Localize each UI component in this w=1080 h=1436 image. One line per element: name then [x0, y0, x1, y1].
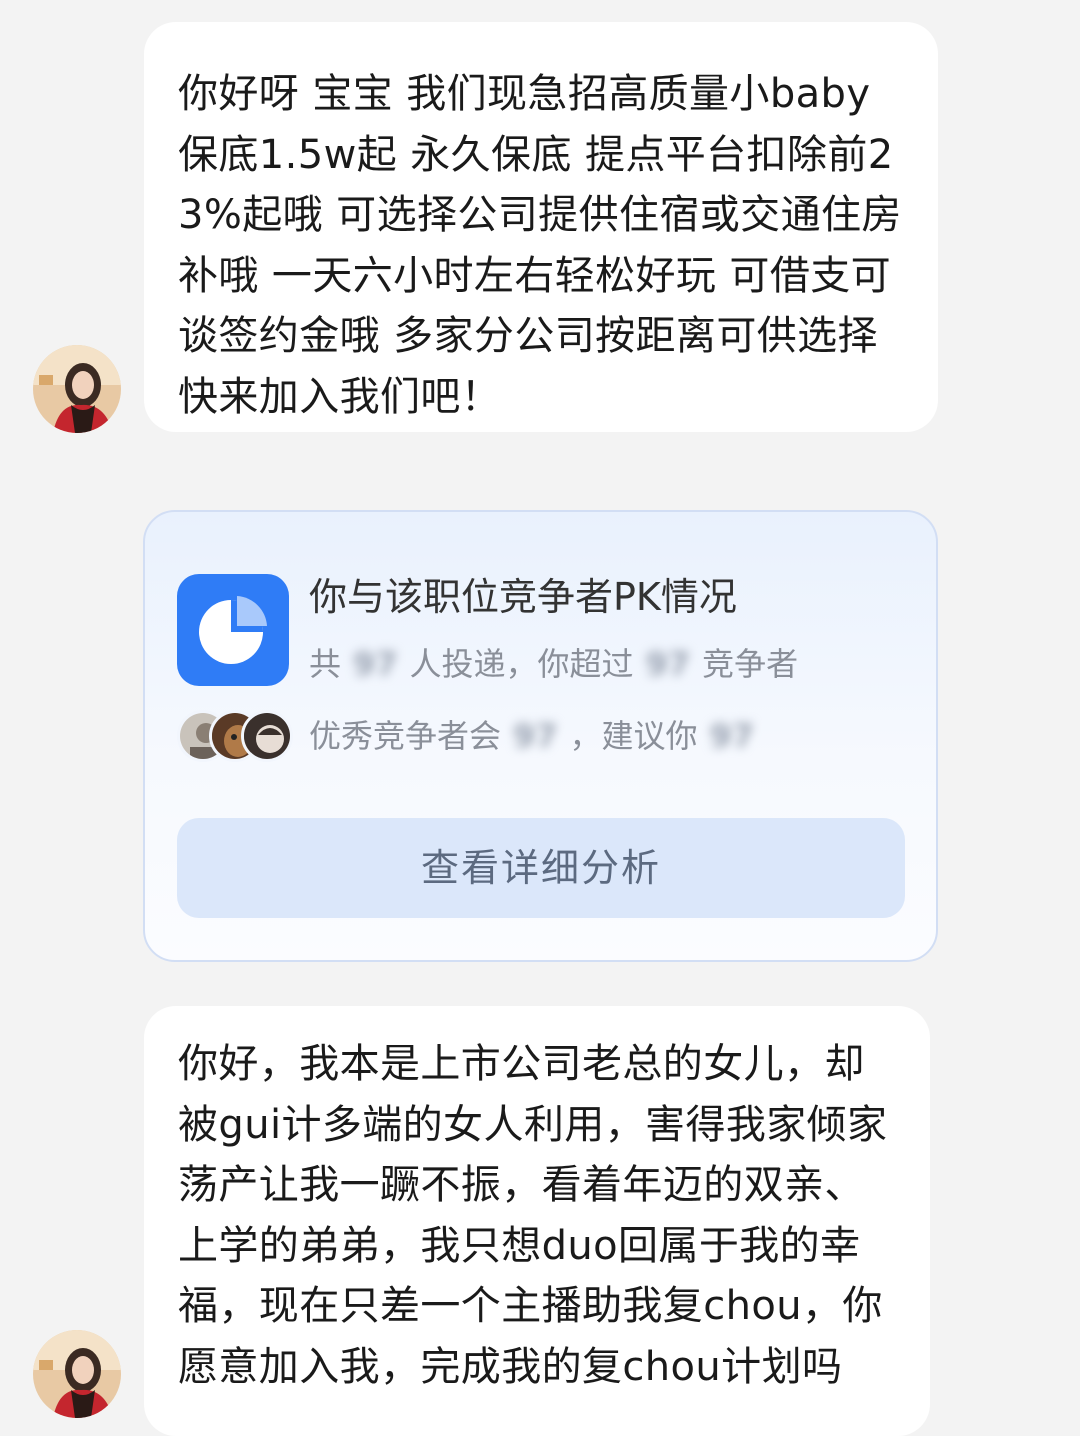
message-text: 你好呀 宝宝 我们现急招高质量小baby保底1.5w起 永久保底 提点平台扣除前… — [178, 71, 902, 420]
pk-card-title: 你与该职位竞争者PK情况 — [309, 575, 737, 619]
message-text: 你好，我本是上市公司老总的女儿，却被gui计多端的女人利用，害得我家倾家荡产让我… — [178, 1041, 888, 1390]
advice-prefix: 优秀竞争者会 — [309, 717, 502, 755]
competitor-pk-card[interactable]: 你与该职位竞争者PK情况 共 97 人投递，你超过 97 竞争者 优秀竞争者会 … — [143, 510, 938, 962]
message-bubble[interactable]: 你好呀 宝宝 我们现急招高质量小baby保底1.5w起 永久保底 提点平台扣除前… — [144, 22, 938, 432]
advice-middle: ，建议你 — [569, 717, 698, 755]
sender-avatar[interactable] — [33, 1330, 121, 1418]
stats-middle: 人投递，你超过 — [409, 645, 634, 683]
stats-suffix: 竞争者 — [702, 645, 799, 683]
advice-value-blurred: 97 — [513, 717, 558, 755]
pk-advice-text: 优秀竞争者会 97 ，建议你 97 — [309, 714, 766, 758]
applicant-count-blurred: 97 — [353, 645, 398, 683]
stats-prefix: 共 — [309, 645, 342, 683]
competitor-avatars — [177, 708, 293, 764]
surpass-percent-blurred: 97 — [645, 645, 691, 683]
pie-chart-icon — [177, 574, 289, 686]
competitor-avatar — [241, 710, 293, 762]
pk-applicant-stats: 共 97 人投递，你超过 97 竞争者 — [309, 642, 798, 686]
view-detailed-analysis-button[interactable]: 查看详细分析 — [177, 818, 905, 918]
message-bubble[interactable]: 你好，我本是上市公司老总的女儿，却被gui计多端的女人利用，害得我家倾家荡产让我… — [144, 1006, 930, 1436]
advice-value2-blurred: 97 — [709, 717, 755, 755]
sender-avatar[interactable] — [33, 345, 121, 433]
